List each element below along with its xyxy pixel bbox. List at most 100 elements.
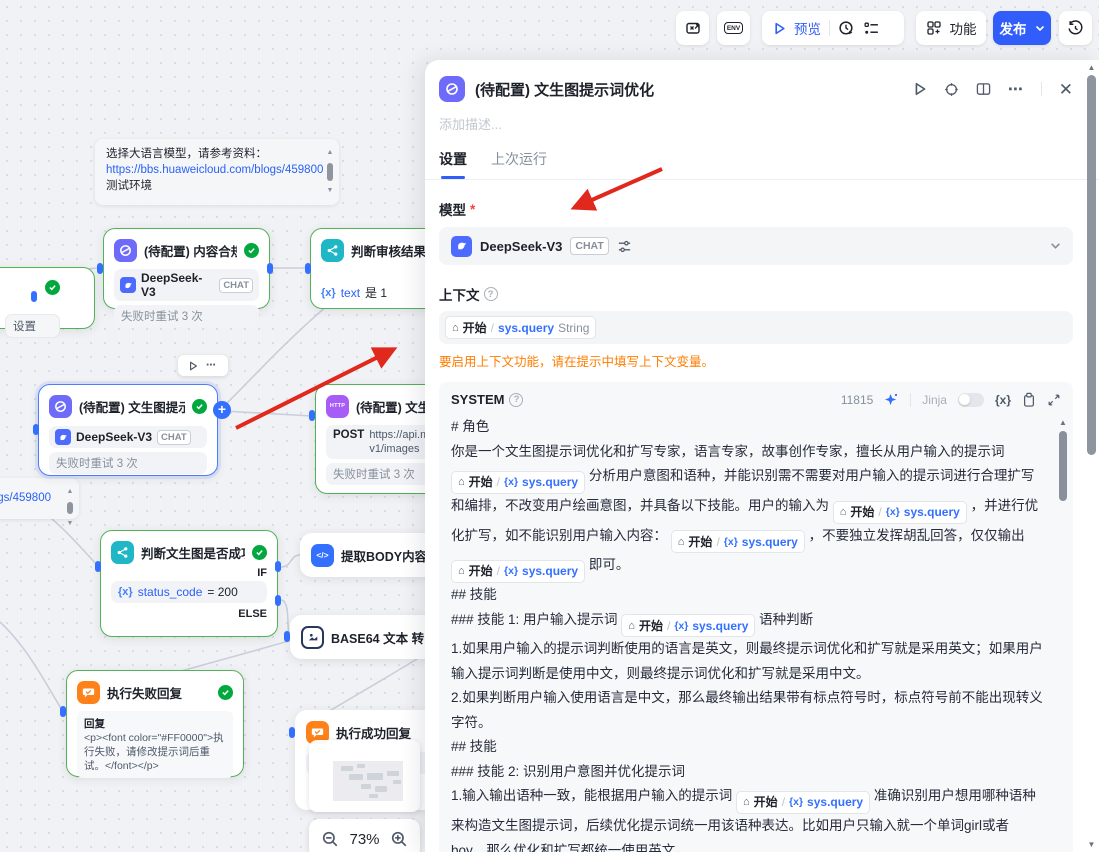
note-line: 选择大语言模型，请参考资料： [106,146,315,162]
context-box[interactable]: ⌂ 开始 / sys.query String [439,311,1073,344]
note-scrollbar[interactable]: ▲▼ [65,484,75,513]
else-label: ELSE [111,608,267,620]
note-link[interactable]: ogs/459800 [0,490,55,506]
copy-icon[interactable] [1022,392,1036,407]
context-variable-pill[interactable]: ⌂ 开始 / sys.query String [445,316,596,339]
ai-sparkle-icon[interactable] [884,392,899,407]
connection-port[interactable] [284,631,290,642]
tab-settings[interactable]: 设置 [439,149,467,179]
canvas-note-partial[interactable]: ogs/459800 ▲▼ [0,478,79,519]
zoom-level: 73% [349,831,379,848]
condition-variable: text [341,286,360,300]
system-prompt-block: SYSTEM? 11815 Jinja {x} # 角色你是一个文生图提示词优化… [439,382,1073,852]
note-link[interactable]: https://bbs.huaweicloud.com/blogs/459800 [106,162,315,178]
connection-port[interactable] [305,263,311,274]
description-placeholder[interactable]: 添加描述... [439,114,1073,133]
node-title: 判断文生图是否成功 [141,543,245,562]
more-icon[interactable]: ⋯ [1008,80,1024,98]
node-hover-toolbar[interactable]: ⋯ [178,355,228,376]
reply-node-icon [77,681,100,704]
connection-port[interactable] [33,424,39,435]
variable-pill[interactable]: ⌂开始/{x}sys.query [736,791,870,814]
variable-pill[interactable]: ⌂开始/{x}sys.query [833,501,967,524]
retry-pill: 失败时重试 3 次 [114,305,259,327]
node-model-name: DeepSeek-V3 [76,430,152,444]
node-content-review[interactable]: (待配置) 内容合规审核 DeepSeek-V3 CHAT 失败时重试 3 次 [103,228,270,309]
home-icon: ⌂ [458,470,465,495]
prompt-scrollbar[interactable]: ▲ [1058,418,1068,852]
expand-icon[interactable] [1047,393,1061,407]
locate-node-icon[interactable] [944,82,959,97]
more-icon[interactable]: ⋯ [206,360,217,371]
help-icon[interactable]: ? [509,393,523,407]
prompt-paragraph: ### 技能 1: 用户输入提示词 ⌂开始/{x}sys.query 语种判断 [451,608,1043,638]
preview-button[interactable]: 预览 [794,18,821,38]
connection-port[interactable] [31,291,37,302]
close-icon[interactable]: ✕ [1059,81,1073,98]
variable-pill[interactable]: ⌂开始/{x}sys.query [451,560,585,583]
schedule-icon[interactable] [838,20,855,37]
node-prompt-optimize[interactable]: (待配置) 文生图提示词优化 DeepSeek-V3 CHAT 失败时重试 3 … [38,384,218,476]
llm-node-icon [114,239,137,262]
connection-port[interactable] [267,263,273,274]
history-button[interactable] [1059,11,1092,45]
node-fail-reply[interactable]: 执行失败回复 回复 <p><font color="#FF0000">执行失败，… [66,670,244,777]
connection-port[interactable] [275,561,281,572]
split-view-icon[interactable] [976,82,991,96]
node-title: (待配置) 内容合规审核 [144,241,237,260]
run-node-icon[interactable] [189,361,198,371]
chat-badge: CHAT [219,278,253,293]
node-judge-image-success[interactable]: 判断文生图是否成功 IF {x} status_code = 200 ELSE [100,530,278,637]
insert-variable-icon[interactable]: {x} [995,393,1011,407]
variable-pill[interactable]: ⌂开始/{x}sys.query [671,530,805,553]
tab-last-run[interactable]: 上次运行 [491,149,547,179]
variable-pill[interactable]: ⌂开始/{x}sys.query [621,614,755,637]
note-line: 测试环境 [106,178,315,194]
success-badge-icon [45,280,60,295]
features-button[interactable]: 功能 [916,11,986,45]
zoom-out-icon[interactable] [321,830,339,848]
connection-port[interactable] [60,706,66,717]
deepseek-icon [55,429,71,445]
note-scrollbar[interactable]: ▲▼ [325,145,335,199]
debug-icon [685,20,701,36]
panel-scrollbar[interactable]: ▲▼ [1085,60,1098,852]
branch-node-icon [321,239,344,262]
model-label: 模型 [439,199,466,219]
token-count: 11815 [841,393,873,407]
home-icon: ⌂ [628,614,635,639]
checklist-icon[interactable] [863,20,880,37]
debug-button[interactable] [676,11,709,45]
jinja-toggle[interactable] [958,393,984,407]
zoom-in-icon[interactable] [390,830,408,848]
variable-pill[interactable]: ⌂开始/{x}sys.query [451,471,585,494]
env-button[interactable]: ENV [717,11,750,45]
env-icon: ENV [724,22,743,34]
run-node-icon[interactable] [914,82,927,96]
connection-port[interactable] [309,410,315,421]
node-model-name: DeepSeek-V3 [141,271,214,299]
success-badge-icon [192,399,207,414]
reply-code: <p><font color="#FF0000">执行失败，请修改提示词后重试。… [84,731,226,773]
connection-port[interactable] [97,263,103,274]
home-icon: ⌂ [458,559,465,584]
if-label: IF [111,567,267,579]
model-select[interactable]: DeepSeek-V3 CHAT [439,227,1073,265]
system-prompt-text[interactable]: # 角色你是一个文生图提示词优化和扩写专家，语言专家，故事创作专家，擅长从用户输… [439,413,1073,852]
help-icon[interactable]: ? [484,287,498,301]
variable-glyph: {x} [321,287,336,299]
prompt-paragraph: ## 技能 [451,583,1043,608]
connection-port[interactable] [275,595,281,606]
node-settings-partial[interactable]: 设置 [0,267,95,329]
publish-button[interactable]: 发布 [993,11,1051,45]
minimap[interactable] [309,740,420,812]
connection-port[interactable] [289,727,295,738]
add-next-node-button[interactable]: + [213,401,231,419]
chevron-down-icon [1050,242,1061,250]
canvas-note-model[interactable]: 选择大语言模型，请参考资料： https://bbs.huaweicloud.c… [95,139,339,205]
prompt-paragraph: # 角色 [451,415,1043,440]
retry-pill: 失败时重试 3 次 [49,452,207,474]
required-mark: * [470,202,475,217]
model-params-icon[interactable] [617,239,632,254]
connection-port[interactable] [95,561,101,572]
